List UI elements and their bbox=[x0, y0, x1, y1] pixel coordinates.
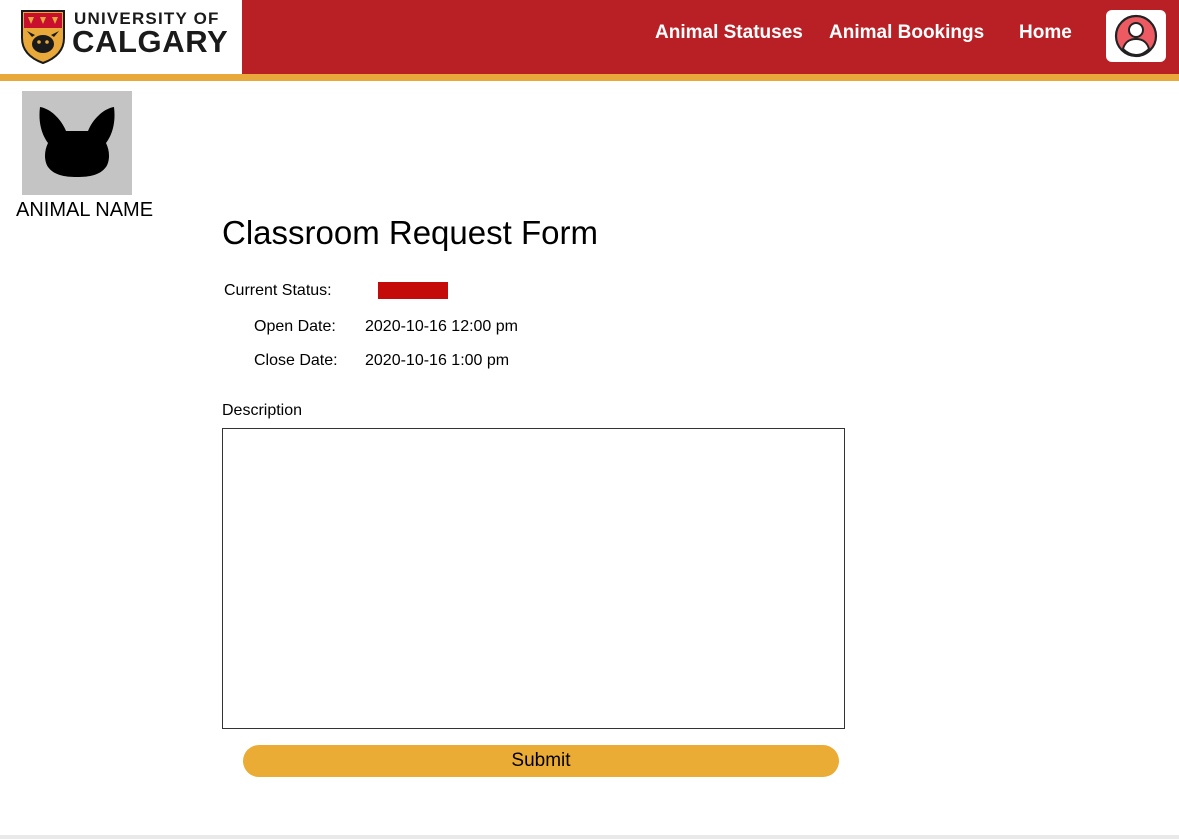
animal-image bbox=[22, 91, 132, 195]
submit-button[interactable]: Submit bbox=[243, 745, 839, 777]
description-label: Description bbox=[222, 402, 303, 419]
logo-text-line2: CALGARY bbox=[72, 24, 229, 59]
description-textarea[interactable] bbox=[222, 428, 845, 729]
current-status-label: Current Status: bbox=[224, 282, 332, 299]
open-date-value: 2020-10-16 12:00 pm bbox=[365, 318, 518, 335]
profile-button[interactable] bbox=[1106, 10, 1166, 62]
page-title: Classroom Request Form bbox=[222, 214, 598, 251]
nav-animal-bookings[interactable]: Animal Bookings bbox=[829, 22, 984, 44]
crest-icon bbox=[21, 10, 65, 64]
user-avatar-icon bbox=[1114, 14, 1158, 58]
nav-home[interactable]: Home bbox=[1019, 22, 1072, 44]
close-date-label: Close Date: bbox=[254, 352, 338, 369]
open-date-label: Open Date: bbox=[254, 318, 336, 335]
status-indicator bbox=[378, 282, 448, 299]
footer-divider bbox=[0, 835, 1179, 839]
animal-name: ANIMAL NAME bbox=[16, 199, 154, 221]
animal-silhouette-icon bbox=[39, 107, 115, 177]
university-logo[interactable]: UNIVERSITY OF CALGARY bbox=[0, 0, 242, 74]
header-bar: UNIVERSITY OF CALGARY Animal Statuses An… bbox=[0, 0, 1179, 74]
header-accent-stripe bbox=[0, 74, 1179, 81]
close-date-value: 2020-10-16 1:00 pm bbox=[365, 352, 510, 369]
nav-animal-statuses[interactable]: Animal Statuses bbox=[655, 22, 803, 44]
